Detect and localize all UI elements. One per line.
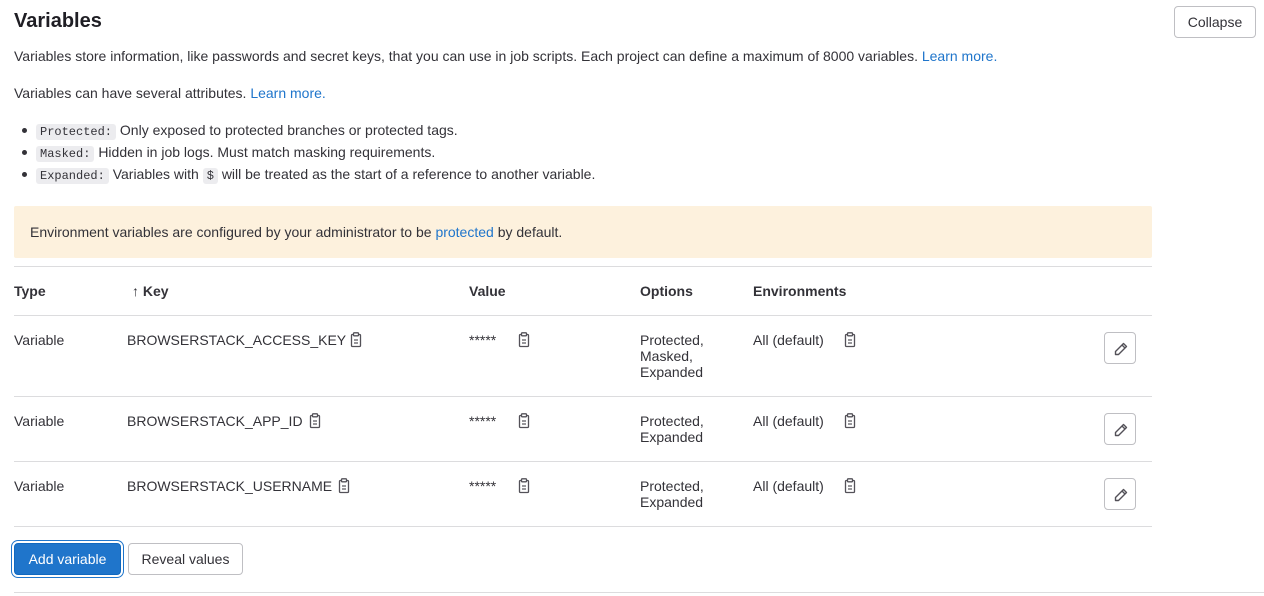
option-item: Expanded: [640, 429, 704, 445]
table-bottom-border: [14, 526, 1152, 527]
row-border: [14, 396, 1152, 397]
option-item: Protected,: [640, 478, 704, 494]
header-border: [14, 315, 1152, 316]
protected-link[interactable]: protected: [435, 224, 493, 240]
column-header-value: Value: [469, 283, 506, 299]
variables-description: Variables store information, like passwo…: [14, 46, 997, 66]
copy-environment-icon[interactable]: [843, 332, 857, 348]
attribute-tag: Expanded:: [36, 168, 109, 184]
collapse-button[interactable]: Collapse: [1174, 6, 1256, 38]
value-cell: *****: [469, 413, 497, 429]
copy-key-icon[interactable]: [337, 478, 351, 494]
attributes-list: Protected: Only exposed to protected bra…: [22, 119, 596, 185]
copy-environment-icon[interactable]: [843, 413, 857, 429]
attributes-intro-text: Variables can have several attributes.: [14, 85, 247, 101]
option-item: Expanded: [640, 364, 704, 380]
pencil-icon: [1114, 342, 1128, 356]
copy-value-icon[interactable]: [517, 332, 531, 348]
type-cell: Variable: [14, 413, 65, 429]
variables-settings-page: Variables Collapse Variables store infor…: [0, 0, 1264, 596]
protected-alert: Environment variables are configured by …: [14, 206, 1152, 258]
reveal-values-button[interactable]: Reveal values: [128, 543, 243, 575]
column-header-type: Type: [14, 283, 46, 299]
value-cell: *****: [469, 478, 497, 494]
attribute-tag: Protected:: [36, 124, 117, 140]
column-header-key-label: Key: [142, 283, 169, 299]
option-item: Expanded: [640, 494, 704, 510]
bullet: [22, 128, 27, 133]
sort-arrow-icon: ↑: [132, 283, 139, 299]
edit-variable-button[interactable]: [1104, 413, 1136, 445]
dollar-code: $: [202, 168, 218, 184]
type-cell: Variable: [14, 332, 65, 348]
key-cell: BROWSERSTACK_ACCESS_KEY: [127, 332, 347, 348]
environment-cell: All (default): [753, 332, 824, 348]
option-item: Protected,: [640, 413, 704, 429]
key-cell: BROWSERSTACK_USERNAME: [127, 478, 333, 494]
attribute-text-after: will be treated as the start of a refere…: [221, 166, 596, 182]
attribute-protected: Protected: Only exposed to protected bra…: [22, 119, 595, 141]
learn-more-link[interactable]: Learn more.: [922, 48, 997, 64]
alert-text-after: by default.: [497, 224, 563, 240]
description-text: Variables store information, like passwo…: [14, 48, 918, 64]
options-cell: Protected, Expanded: [640, 413, 704, 445]
column-header-options: Options: [640, 283, 693, 299]
attributes-learn-more-link[interactable]: Learn more.: [250, 85, 325, 101]
value-cell: *****: [469, 332, 497, 348]
environment-cell: All (default): [753, 478, 824, 494]
row-border: [14, 461, 1152, 462]
copy-value-icon[interactable]: [517, 478, 531, 494]
pencil-icon: [1114, 423, 1128, 437]
attribute-masked: Masked: Hidden in job logs. Must match m…: [22, 141, 595, 163]
bullet: [22, 172, 27, 177]
key-cell: BROWSERSTACK_APP_ID: [127, 413, 303, 429]
add-variable-button[interactable]: Add variable: [14, 543, 121, 575]
copy-environment-icon[interactable]: [843, 478, 857, 494]
attribute-expanded: Expanded: Variables with $ will be treat…: [22, 163, 596, 185]
edit-variable-button[interactable]: [1104, 332, 1136, 364]
alert-text-before: Environment variables are configured by …: [30, 224, 432, 240]
bullet: [22, 150, 27, 155]
attribute-text-before: Variables with: [112, 166, 199, 182]
column-header-environments: Environments: [753, 283, 847, 299]
attribute-text: Only exposed to protected branches or pr…: [119, 122, 458, 138]
section-divider: [14, 592, 1264, 593]
type-cell: Variable: [14, 478, 65, 494]
table-top-border: [14, 266, 1152, 267]
options-cell: Protected, Masked, Expanded: [640, 332, 704, 380]
edit-variable-button[interactable]: [1104, 478, 1136, 510]
environment-cell: All (default): [753, 413, 824, 429]
copy-key-icon[interactable]: [349, 332, 363, 348]
attribute-text: Hidden in job logs. Must match masking r…: [98, 144, 436, 160]
attribute-tag: Masked:: [36, 146, 95, 162]
option-item: Masked,: [640, 348, 693, 364]
copy-value-icon[interactable]: [517, 413, 531, 429]
column-header-key[interactable]: ↑ Key: [132, 283, 169, 299]
options-cell: Protected, Expanded: [640, 478, 704, 510]
copy-key-icon[interactable]: [308, 413, 322, 429]
alert-text: Environment variables are configured by …: [30, 222, 562, 242]
pencil-icon: [1114, 488, 1128, 502]
option-item: Protected,: [640, 332, 704, 348]
section-title: Variables: [14, 10, 102, 32]
attributes-intro: Variables can have several attributes. L…: [14, 83, 326, 103]
